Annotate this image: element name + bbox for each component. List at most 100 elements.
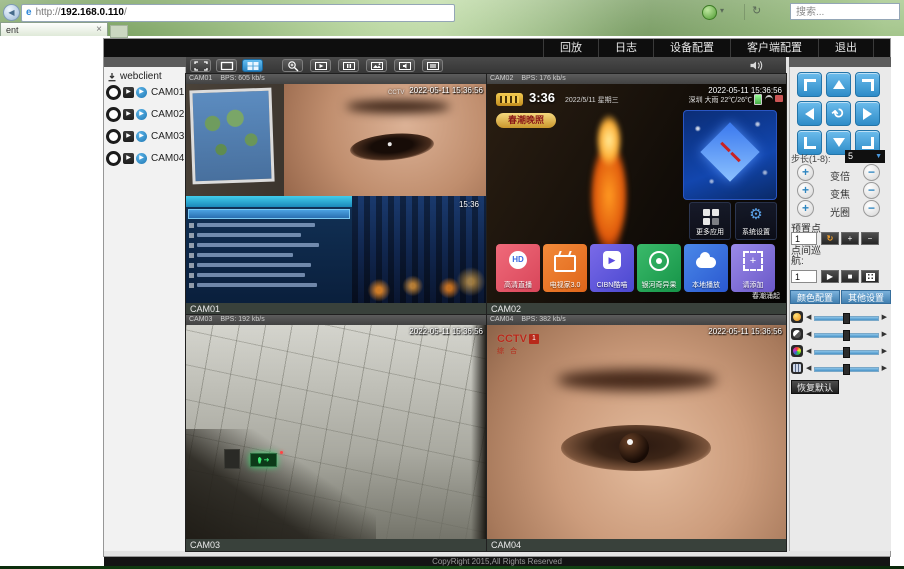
cruise-stop-button[interactable]: ■ [841,270,859,283]
slider-right-arrow[interactable]: ▶ [882,330,887,338]
record-icon[interactable] [106,151,121,166]
video-cell-cam01[interactable]: CAM01 BPS: 605 kb/s CCTV [186,74,487,315]
pause-all-button[interactable] [338,59,359,72]
slider-thumb[interactable] [843,347,850,358]
cam-titlebar: CAM03 BPS: 192 kb/s [186,315,487,325]
magnifier-icon [287,60,299,72]
play-icon[interactable]: ▶ [123,87,134,98]
snapshot-button[interactable] [366,59,387,72]
slider-left-arrow[interactable]: ◀ [806,313,811,321]
back-button[interactable]: ◀ [3,4,20,21]
corner-arrow-icon [804,79,816,91]
ptz-up-right-button[interactable] [855,72,880,97]
zoom-in-button[interactable]: + [797,164,814,181]
talk-button[interactable] [394,59,415,72]
left-arrow-icon [805,108,814,120]
saturation-slider[interactable] [814,347,878,356]
search-input[interactable]: 搜索... [790,3,900,20]
torch-flame [585,110,633,248]
cloud-icon [696,257,716,268]
close-icon[interactable]: × [96,25,102,35]
apps-grid-icon [703,209,719,225]
cruise-label: 点间巡航: [791,247,829,267]
ptz-right-button[interactable] [855,101,880,126]
cruise-setup-button[interactable] [861,270,879,283]
exit-sign: ➜ [250,453,277,467]
preset-input[interactable]: 1 [791,232,817,245]
refresh-icon[interactable]: ↻ [752,4,761,17]
cam-timestamp: 2022-05-11 15:36:56 [409,86,483,95]
edge-shadow [471,325,487,539]
single-view-button[interactable] [216,59,237,72]
menu-device-config[interactable]: 设备配置 [653,39,730,57]
digital-zoom-button[interactable] [282,59,303,72]
search-placeholder: 搜索... [796,7,824,18]
menu-playback[interactable]: 回放 [543,39,598,57]
stream-icon[interactable]: ▶ [136,131,147,142]
video-cell-cam04[interactable]: CAM04 BPS: 382 kb/s CCTV 1 综 合 2022-05-1… [487,315,786,551]
tree-cam-label[interactable]: CAM04 [151,153,184,164]
tab-color-config[interactable]: 颜色配置 [790,290,840,304]
tree-cam-label[interactable]: CAM01 [151,87,184,98]
play-icon[interactable]: ▶ [123,153,134,164]
preset-goto-button[interactable]: ↻ [821,232,839,245]
eyebrow [557,369,717,391]
cruise-start-button[interactable]: ▶ [821,270,839,283]
tree-row-cam02: ▶ ▶ CAM02 [106,107,184,122]
stream-icon[interactable]: ▶ [136,153,147,164]
record-icon[interactable] [106,85,121,100]
slider-thumb[interactable] [843,313,850,324]
slider-thumb[interactable] [843,364,850,375]
menu-exit[interactable]: 退出 [818,39,874,57]
address-bar[interactable]: ehttp://192.168.0.110/ [21,4,455,22]
tree-cam-label[interactable]: CAM02 [151,109,184,120]
sharpness-slider[interactable] [814,364,878,373]
video-cell-cam02[interactable]: CAM02 BPS: 176 kb/s 3:36 2022/5/11 星期三 深… [487,74,786,315]
slider-thumb[interactable] [843,330,850,341]
iris-open-button[interactable]: + [797,200,814,217]
stream-icon[interactable]: ▶ [136,109,147,120]
tree-cam-label[interactable]: CAM03 [151,131,184,142]
compatibility-view-icon[interactable] [702,5,717,20]
video-cell-cam03[interactable]: CAM03 BPS: 192 kb/s ➜ 2022-05-11 15:36:5… [186,315,487,551]
down-arrow-icon [833,138,845,147]
tab-other-settings[interactable]: 其他设置 [841,290,891,304]
slider-right-arrow[interactable]: ▶ [882,364,887,372]
iris-close-button[interactable]: − [863,200,880,217]
record-icon[interactable] [106,107,121,122]
restore-default-button[interactable]: 恢复默认 [791,380,839,394]
focus-out-button[interactable]: − [863,182,880,199]
zoom-out-button[interactable]: − [863,164,880,181]
play-all-button[interactable] [310,59,331,72]
focus-in-button[interactable]: + [797,182,814,199]
slider-left-arrow[interactable]: ◀ [806,364,811,372]
stream-icon[interactable]: ▶ [136,87,147,98]
slider-left-arrow[interactable]: ◀ [806,330,811,338]
ptz-up-left-button[interactable] [797,72,822,97]
ptz-up-button[interactable] [826,72,851,97]
browser-tab[interactable]: ent × [0,22,108,36]
tree-root-webclient[interactable]: webclient [107,71,162,82]
menu-client-config[interactable]: 客户端配置 [730,39,818,57]
step-select[interactable]: 5 ▼ [845,150,885,163]
preset-add-button[interactable]: + [841,232,859,245]
record-icon[interactable] [106,129,121,144]
address-dropdown-caret[interactable]: ▾ [720,6,724,15]
stream-select-button[interactable] [422,59,443,72]
brightness-slider[interactable] [814,313,878,322]
ptz-left-button[interactable] [797,101,822,126]
slider-right-arrow[interactable]: ▶ [882,347,887,355]
fullscreen-button[interactable] [190,59,211,72]
ptz-auto-scan-button[interactable]: ↻ [826,101,851,126]
cam-title-bps: BPS: 382 kb/s [521,315,565,325]
slider-right-arrow[interactable]: ▶ [882,313,887,321]
play-icon[interactable]: ▶ [123,131,134,142]
cruise-input[interactable]: 1 [791,270,817,283]
quad-view-button[interactable] [242,59,263,72]
preset-delete-button[interactable]: − [861,232,879,245]
slider-left-arrow[interactable]: ◀ [806,347,811,355]
play-icon[interactable]: ▶ [123,109,134,120]
menu-log[interactable]: 日志 [598,39,653,57]
contrast-slider[interactable] [814,330,878,339]
new-tab-button[interactable] [110,25,128,38]
